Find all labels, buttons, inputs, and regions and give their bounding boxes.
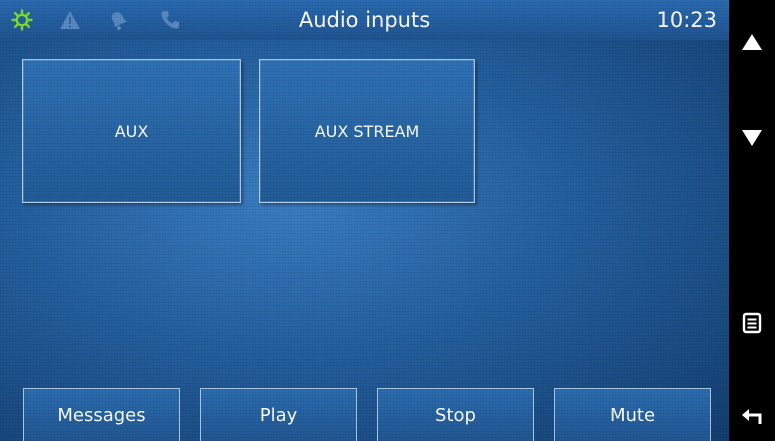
mute-button[interactable]: Mute bbox=[554, 388, 711, 441]
stop-button-label: Stop bbox=[435, 405, 476, 426]
screen-title: Audio inputs bbox=[298, 8, 431, 32]
aux-stream-button-label: AUX STREAM bbox=[314, 121, 420, 141]
play-button-label: Play bbox=[259, 405, 298, 426]
messages-button-label: Messages bbox=[57, 405, 146, 426]
aux-stream-button[interactable]: AUX STREAM bbox=[259, 59, 475, 203]
status-bar: Audio inputs 10:23 bbox=[0, 0, 729, 40]
stop-button[interactable]: Stop bbox=[377, 388, 534, 441]
screen: Audio inputs 10:23 AUX AUX STREAM Messag… bbox=[0, 0, 729, 441]
menu-icon[interactable] bbox=[729, 303, 775, 343]
mute-button-label: Mute bbox=[609, 405, 656, 426]
side-control-bar bbox=[729, 0, 775, 441]
up-arrow-icon[interactable] bbox=[729, 22, 775, 62]
messages-button[interactable]: Messages bbox=[23, 388, 180, 441]
aux-button-label: AUX bbox=[114, 121, 149, 141]
play-button[interactable]: Play bbox=[200, 388, 357, 441]
clock: 10:23 bbox=[656, 8, 717, 32]
back-icon[interactable] bbox=[729, 396, 775, 436]
down-arrow-icon[interactable] bbox=[729, 118, 775, 158]
aux-button[interactable]: AUX bbox=[22, 59, 241, 203]
